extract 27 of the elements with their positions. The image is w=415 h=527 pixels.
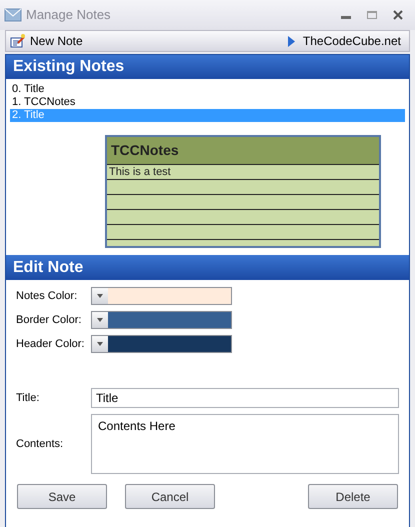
color-picker[interactable] (91, 287, 232, 305)
section-header: Existing Notes (6, 55, 409, 79)
note-list-item[interactable]: 0. Title (10, 83, 405, 96)
window-title: Manage Notes (26, 6, 111, 24)
field-label: Notes Color: (15, 288, 78, 304)
field-label: Header Color: (15, 336, 86, 352)
contents-field[interactable]: Contents Here (91, 414, 399, 474)
color-picker[interactable] (91, 335, 232, 353)
triangle-icon (288, 36, 295, 46)
website-link[interactable]: TheCodeCube.net (288, 32, 405, 50)
preview-header: TCCNotes (107, 137, 379, 165)
action-button[interactable]: Cancel (125, 484, 215, 509)
minimize-icon[interactable] (341, 16, 351, 18)
field-label: Border Color: (15, 312, 82, 328)
new-note-button[interactable]: New Note (10, 32, 83, 50)
action-button[interactable]: Save (17, 484, 107, 509)
field-label: Title: (15, 390, 40, 406)
note-list-item[interactable]: 1. TCCNotes (10, 96, 405, 109)
field-label: Contents: (15, 436, 64, 452)
note-pencil-icon (10, 33, 26, 49)
close-icon[interactable] (393, 10, 403, 20)
app-icon (4, 8, 22, 22)
preview-line: This is a test (109, 166, 171, 178)
action-button[interactable]: Delete (308, 484, 398, 509)
color-picker[interactable] (91, 311, 232, 329)
section-header: Edit Note (6, 255, 409, 280)
title-field[interactable]: Title (91, 388, 399, 408)
